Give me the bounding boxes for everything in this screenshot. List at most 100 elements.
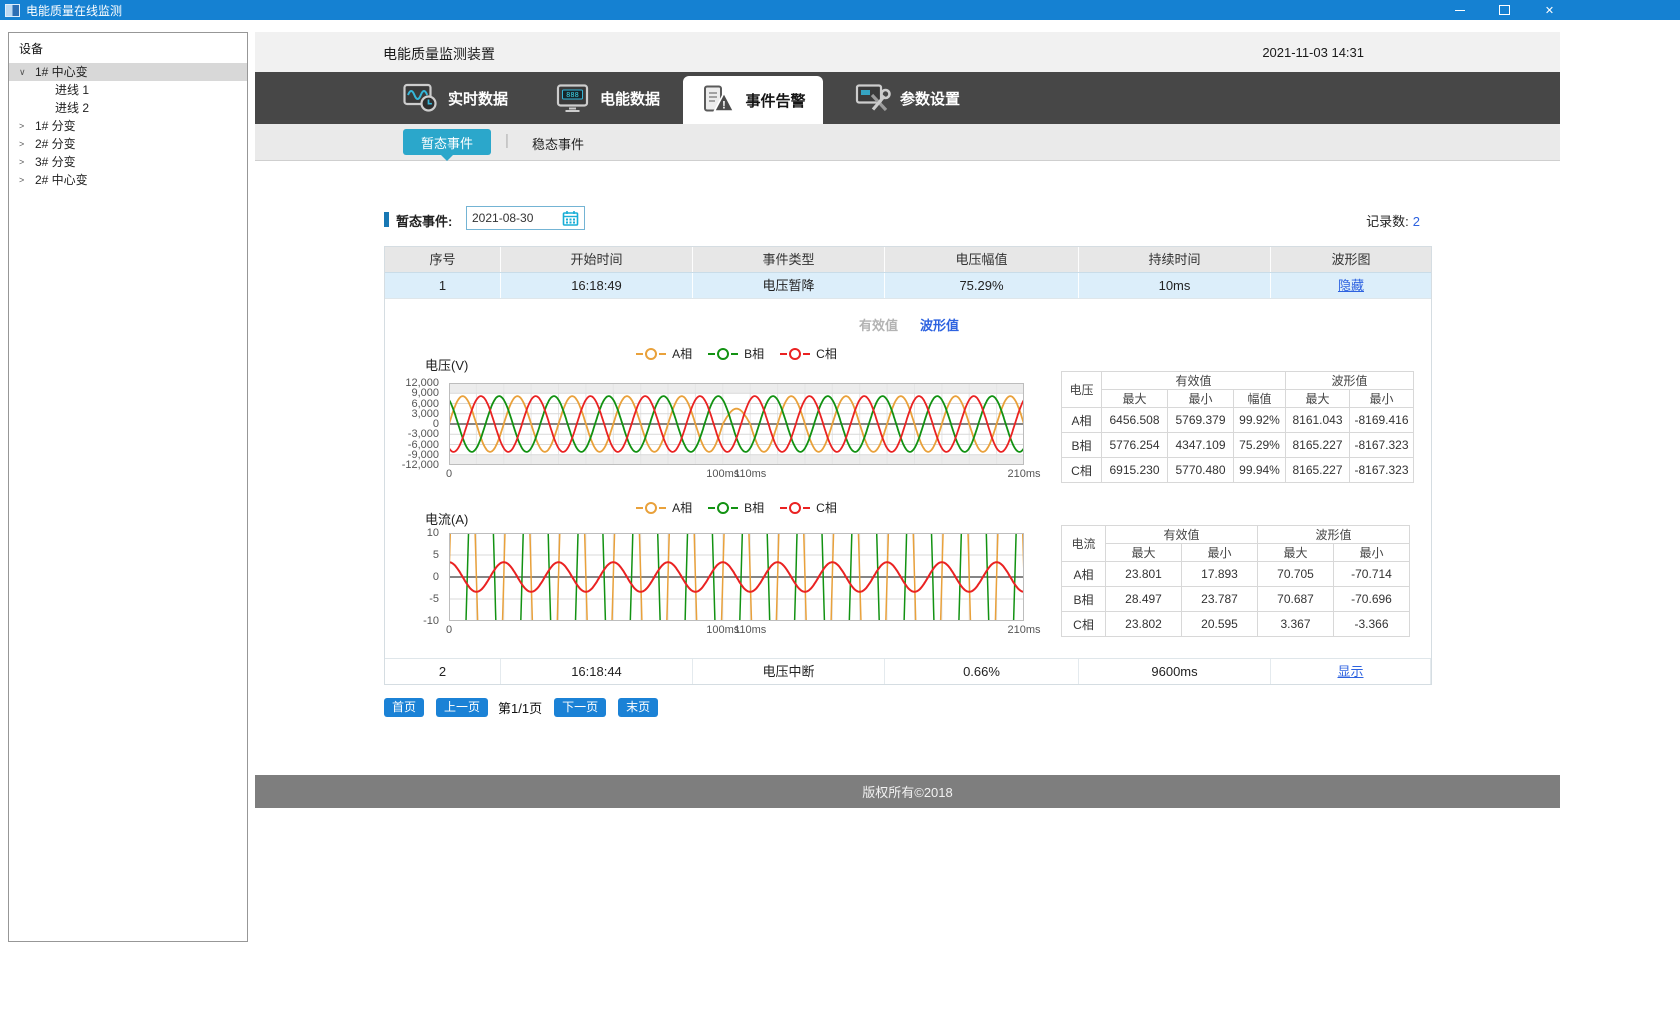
subtab-pointer xyxy=(441,155,453,161)
voltage-x-axis: 0 100ms 110ms 210ms xyxy=(446,468,1041,482)
device-tree: ∨ 1# 中心变 进线 1 进线 2 >1# 分变 >2# 分变 >3# 分变 >2# 中心变 xyxy=(9,63,247,189)
value-mode-toggle: 有效值 波形值 xyxy=(385,315,1433,334)
current-stats-table: 电流 有效值 波形值 最大 最小 最大 最小 A相 23.801 17.893 70.705 -70.… xyxy=(1061,525,1410,637)
legend-marker-icon xyxy=(717,501,730,514)
x-tick-label: 0 xyxy=(445,468,453,480)
legend-marker-icon xyxy=(645,501,658,514)
x-tick-label: 210ms xyxy=(1007,468,1041,480)
chevron-right-icon[interactable]: > xyxy=(19,171,31,189)
tab-电能数据[interactable]: 888 电能数据 xyxy=(555,72,660,124)
legend-item-B相: B相 xyxy=(708,345,764,362)
chevron-right-icon[interactable]: > xyxy=(19,117,31,135)
legend-item-C相: C相 xyxy=(780,345,837,362)
events-table-header: 序号 开始时间 事件类型 电压幅值 持续时间 波形图 xyxy=(385,247,1431,272)
tab-参数设置[interactable]: 参数设置 xyxy=(855,72,960,124)
chevron-right-icon[interactable]: > xyxy=(19,153,31,171)
events-header-3: 电压幅值 xyxy=(885,247,1079,272)
y-tick-label: 0 xyxy=(432,571,439,583)
tab-实时数据[interactable]: 实时数据 xyxy=(403,72,508,124)
event-row-1[interactable]: 1 16:18:49 电压暂降 75.29% 10ms 隐藏 xyxy=(385,272,1431,298)
tree-item-2#-中心变[interactable]: >2# 中心变 xyxy=(9,171,247,189)
tree-item-进线-2[interactable]: 进线 2 xyxy=(9,99,247,117)
event2-seq: 2 xyxy=(385,659,501,684)
chevron-down-icon[interactable]: ∨ xyxy=(19,63,31,81)
energy-icon: 888 xyxy=(555,82,591,114)
date-picker[interactable] xyxy=(466,206,585,230)
voltage-stats-table: 电压 有效值 波形值 最大 最小 幅值 最大 最小 A相 6456.508 5769.379 99.9… xyxy=(1061,371,1414,483)
legend-marker-icon xyxy=(789,501,802,514)
prev-page-button[interactable]: 上一页 xyxy=(436,698,489,717)
legend-item-A相: A相 xyxy=(636,499,692,516)
x-tick-label: 210ms xyxy=(1007,624,1041,636)
waveform-toggle[interactable]: 波形值 xyxy=(920,318,959,333)
subtab-transient-events[interactable]: 暂态事件 xyxy=(403,129,491,155)
device-tree-panel: 设备 ∨ 1# 中心变 进线 1 进线 2 >1# 分变 >2# 分变 >3# 分变 >2# … xyxy=(8,32,248,942)
copyright-text: 版权所有©2018 xyxy=(862,785,953,800)
window-title: 电能质量在线监测 xyxy=(26,3,123,18)
waveform-detail-panel: 有效值 波形值 A相 B相 C相 电压(V) 12,000 9,000 6,000 3,00… xyxy=(385,298,1431,658)
realtime-icon xyxy=(403,82,439,114)
current-y-axis: 10 5 0 -5 -10 xyxy=(385,527,445,627)
last-page-button[interactable]: 末页 xyxy=(618,698,659,717)
page-header: 电能质量监测装置 2021-11-03 14:31 xyxy=(255,32,1560,72)
record-count: 记录数: 2 xyxy=(1366,211,1420,230)
svg-text:888: 888 xyxy=(566,91,579,99)
record-count-label: 记录数: xyxy=(1366,214,1409,229)
event-row-2[interactable]: 2 16:18:44 电压中断 0.66% 9600ms 显示 xyxy=(385,658,1431,684)
rms-toggle[interactable]: 有效值 xyxy=(859,318,898,333)
tree-item-1#-中心变[interactable]: ∨ 1# 中心变 xyxy=(9,63,247,81)
main-area: 电能质量监测装置 2021-11-03 14:31 实时数据 888 电能数据 ! 事件… xyxy=(255,32,1560,952)
legend-item-C相: C相 xyxy=(780,499,837,516)
current-x-axis: 0 100ms 110ms 210ms xyxy=(446,624,1041,638)
voltage-legend: A相 B相 C相 xyxy=(449,345,1024,362)
events-table: 序号 开始时间 事件类型 电压幅值 持续时间 波形图 1 16:18:49 电压暂降 75… xyxy=(384,246,1432,685)
date-input[interactable] xyxy=(467,210,562,226)
filter-accent-bar xyxy=(384,212,389,227)
legend-marker-icon xyxy=(645,347,658,360)
events-header-4: 持续时间 xyxy=(1079,247,1271,272)
subtab-separator: | xyxy=(505,132,509,149)
svg-text:!: ! xyxy=(723,100,727,112)
event1-duration: 10ms xyxy=(1079,273,1271,298)
event1-start-time: 16:18:49 xyxy=(501,273,693,298)
event1-hide-waveform-link[interactable]: 隐藏 xyxy=(1338,278,1364,293)
event1-type: 电压暂降 xyxy=(693,273,885,298)
tree-item-3#-分变[interactable]: >3# 分变 xyxy=(9,153,247,171)
page-indicator: 第1/1页 xyxy=(498,701,543,716)
tree-item-进线-1[interactable]: 进线 1 xyxy=(9,81,247,99)
y-tick-label: -5 xyxy=(429,593,439,605)
close-button[interactable]: ✕ xyxy=(1527,0,1572,20)
settings-icon xyxy=(855,82,891,114)
alarm-icon: ! xyxy=(700,84,736,116)
main-tabbar: 实时数据 888 电能数据 ! 事件告警 参数设置 xyxy=(255,72,1560,124)
events-header-1: 开始时间 xyxy=(501,247,693,272)
next-page-button[interactable]: 下一页 xyxy=(554,698,607,717)
y-tick-label: 10 xyxy=(426,527,439,539)
tab-事件告警[interactable]: ! 事件告警 xyxy=(683,76,823,124)
footer: 版权所有©2018 xyxy=(255,775,1560,808)
x-tick-label: 110ms xyxy=(734,624,767,636)
tree-item-2#-分变[interactable]: >2# 分变 xyxy=(9,135,247,153)
chevron-right-icon[interactable]: > xyxy=(19,135,31,153)
page-title: 电能质量监测装置 xyxy=(383,46,495,62)
calendar-icon[interactable] xyxy=(562,210,579,227)
event2-duration: 9600ms xyxy=(1079,659,1271,684)
event1-seq: 1 xyxy=(385,273,501,298)
app-icon xyxy=(5,3,20,17)
minimize-button[interactable] xyxy=(1437,0,1482,20)
current-waveform-chart xyxy=(449,533,1024,621)
legend-item-A相: A相 xyxy=(636,345,692,362)
tree-item-1#-分变[interactable]: >1# 分变 xyxy=(9,117,247,135)
device-tree-title: 设备 xyxy=(19,42,44,56)
filter-label: 暂态事件: xyxy=(396,214,453,229)
subtab-steady-events[interactable]: 稳态事件 xyxy=(532,134,584,153)
maximize-button[interactable] xyxy=(1482,0,1527,20)
first-page-button[interactable]: 首页 xyxy=(384,698,425,717)
record-count-value: 2 xyxy=(1412,214,1420,229)
current-chart-title: 电流(A) xyxy=(425,512,469,527)
legend-marker-icon xyxy=(789,347,802,360)
voltage-y-axis: 12,000 9,000 6,000 3,000 0 -3,000 -6,000 -9,000… xyxy=(385,377,445,471)
event2-show-waveform-link[interactable]: 显示 xyxy=(1337,664,1363,679)
voltage-waveform-chart xyxy=(449,383,1024,465)
event2-type: 电压中断 xyxy=(693,659,885,684)
